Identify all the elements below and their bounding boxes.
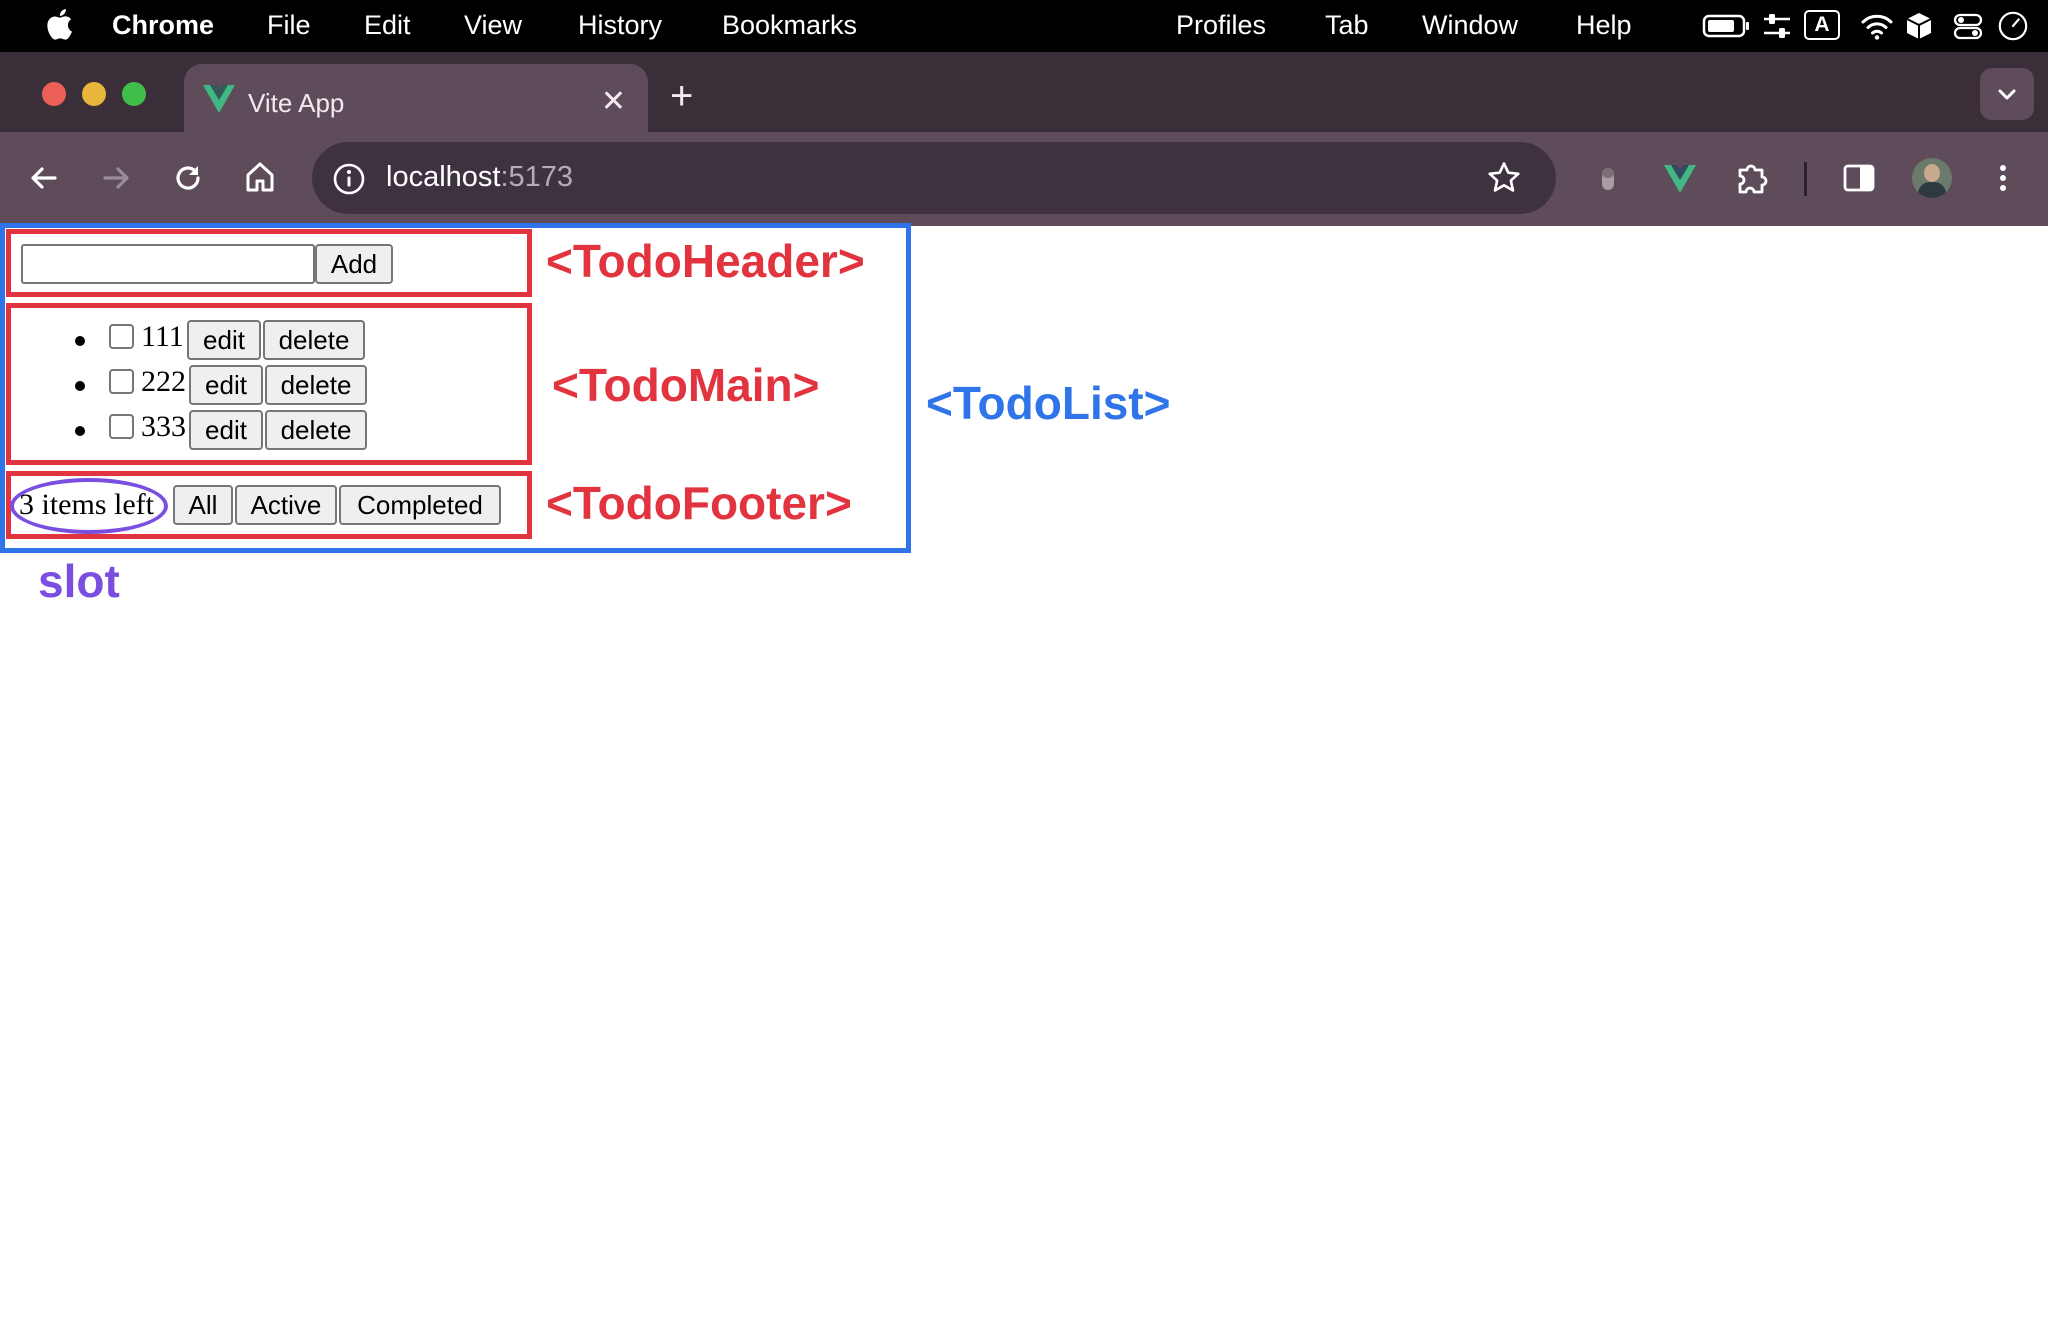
macos-menu-bar: Chrome File Edit View History Bookmarks …: [0, 0, 2048, 52]
list-bullet: [75, 336, 85, 346]
todo-main-component: 111 edit delete 222 edit delete 333 edit…: [6, 303, 532, 465]
address-host: localhost: [386, 161, 501, 193]
home-icon[interactable]: [244, 160, 276, 194]
todo-item-text: 333: [141, 410, 186, 443]
extension-icon[interactable]: [1596, 164, 1620, 194]
back-arrow-icon[interactable]: [28, 162, 60, 194]
list-bullet: [75, 381, 85, 391]
todo-item-checkbox[interactable]: [109, 414, 134, 439]
avatar-body: [1918, 182, 1946, 198]
puzzle-icon[interactable]: [1734, 160, 1770, 196]
todo-list-annotation: <TodoList>: [926, 377, 1171, 429]
vue-icon: [203, 85, 235, 113]
forward-arrow-icon[interactable]: [100, 162, 132, 194]
menu-file[interactable]: File: [267, 9, 311, 41]
list-bullet: [75, 426, 85, 436]
control-center-icon[interactable]: [1952, 10, 1984, 42]
slot-annotation: slot: [38, 555, 120, 607]
delete-button[interactable]: delete: [265, 410, 367, 450]
star-icon[interactable]: [1486, 160, 1522, 196]
minimize-window-button[interactable]: [82, 82, 106, 106]
filter-completed-button[interactable]: Completed: [339, 485, 501, 525]
vue-devtools-icon[interactable]: [1662, 164, 1698, 194]
chevron-down-icon: [1998, 89, 2016, 100]
control-sliders-icon[interactable]: [1760, 10, 1794, 42]
battery-icon[interactable]: [1702, 10, 1752, 42]
delete-button[interactable]: delete: [263, 320, 365, 360]
address-port: :5173: [500, 161, 574, 193]
page-content: Add 111 edit delete 222 edit delete 333 …: [0, 223, 2048, 1326]
site-info-icon[interactable]: [332, 162, 366, 196]
tab-search-button[interactable]: [1980, 68, 2034, 120]
browser-window: Vite App ✕ + localhost:5173: [0, 52, 2048, 226]
menu-edit[interactable]: Edit: [364, 9, 411, 41]
filter-all-button[interactable]: All: [173, 485, 233, 525]
kebab-menu-icon[interactable]: [1990, 160, 2016, 196]
apple-icon[interactable]: [44, 8, 74, 40]
edit-button[interactable]: edit: [189, 365, 263, 405]
new-tab-icon[interactable]: +: [670, 72, 693, 120]
side-panel-icon[interactable]: [1842, 162, 1876, 194]
address-bar[interactable]: localhost:5173: [312, 142, 1556, 214]
menu-window[interactable]: Window: [1422, 9, 1518, 41]
address-text[interactable]: localhost:5173: [386, 161, 573, 194]
tab-close-icon[interactable]: ✕: [601, 82, 626, 122]
menu-profiles[interactable]: Profiles: [1176, 9, 1266, 41]
wifi-icon[interactable]: [1860, 10, 1894, 42]
browser-toolbar: localhost:5173: [0, 132, 2048, 226]
todo-item-checkbox[interactable]: [109, 369, 134, 394]
reload-icon[interactable]: [172, 162, 204, 194]
input-source-icon[interactable]: A: [1804, 10, 1840, 40]
slot-highlight-ellipse: [10, 478, 168, 534]
add-button[interactable]: Add: [315, 244, 393, 284]
todo-input[interactable]: [21, 244, 315, 284]
edit-button[interactable]: edit: [189, 410, 263, 450]
toolbar-divider: [1804, 162, 1807, 196]
tab-strip: Vite App ✕ +: [0, 52, 2048, 144]
todo-header-annotation: <TodoHeader>: [546, 235, 865, 287]
menu-tab[interactable]: Tab: [1325, 9, 1369, 41]
edit-button[interactable]: edit: [187, 320, 261, 360]
todo-header-component: Add: [6, 229, 532, 297]
menu-view[interactable]: View: [464, 9, 522, 41]
todo-item-text: 111: [141, 320, 184, 353]
menu-help[interactable]: Help: [1576, 9, 1632, 41]
zoom-window-button[interactable]: [122, 82, 146, 106]
avatar[interactable]: [1912, 158, 1952, 198]
clock-icon[interactable]: [1996, 10, 2030, 42]
filter-active-button[interactable]: Active: [235, 485, 337, 525]
delete-button[interactable]: delete: [265, 365, 367, 405]
close-window-button[interactable]: [42, 82, 66, 106]
todo-item-text: 222: [141, 365, 186, 398]
menu-bookmarks[interactable]: Bookmarks: [722, 9, 857, 41]
todo-main-annotation: <TodoMain>: [552, 359, 820, 411]
menu-history[interactable]: History: [578, 9, 662, 41]
todo-item-checkbox[interactable]: [109, 324, 134, 349]
cube-icon[interactable]: [1904, 10, 1934, 42]
menu-app-name[interactable]: Chrome: [112, 9, 214, 41]
avatar-face: [1924, 164, 1940, 182]
todo-footer-annotation: <TodoFooter>: [546, 477, 852, 529]
tab-title: Vite App: [248, 88, 345, 118]
